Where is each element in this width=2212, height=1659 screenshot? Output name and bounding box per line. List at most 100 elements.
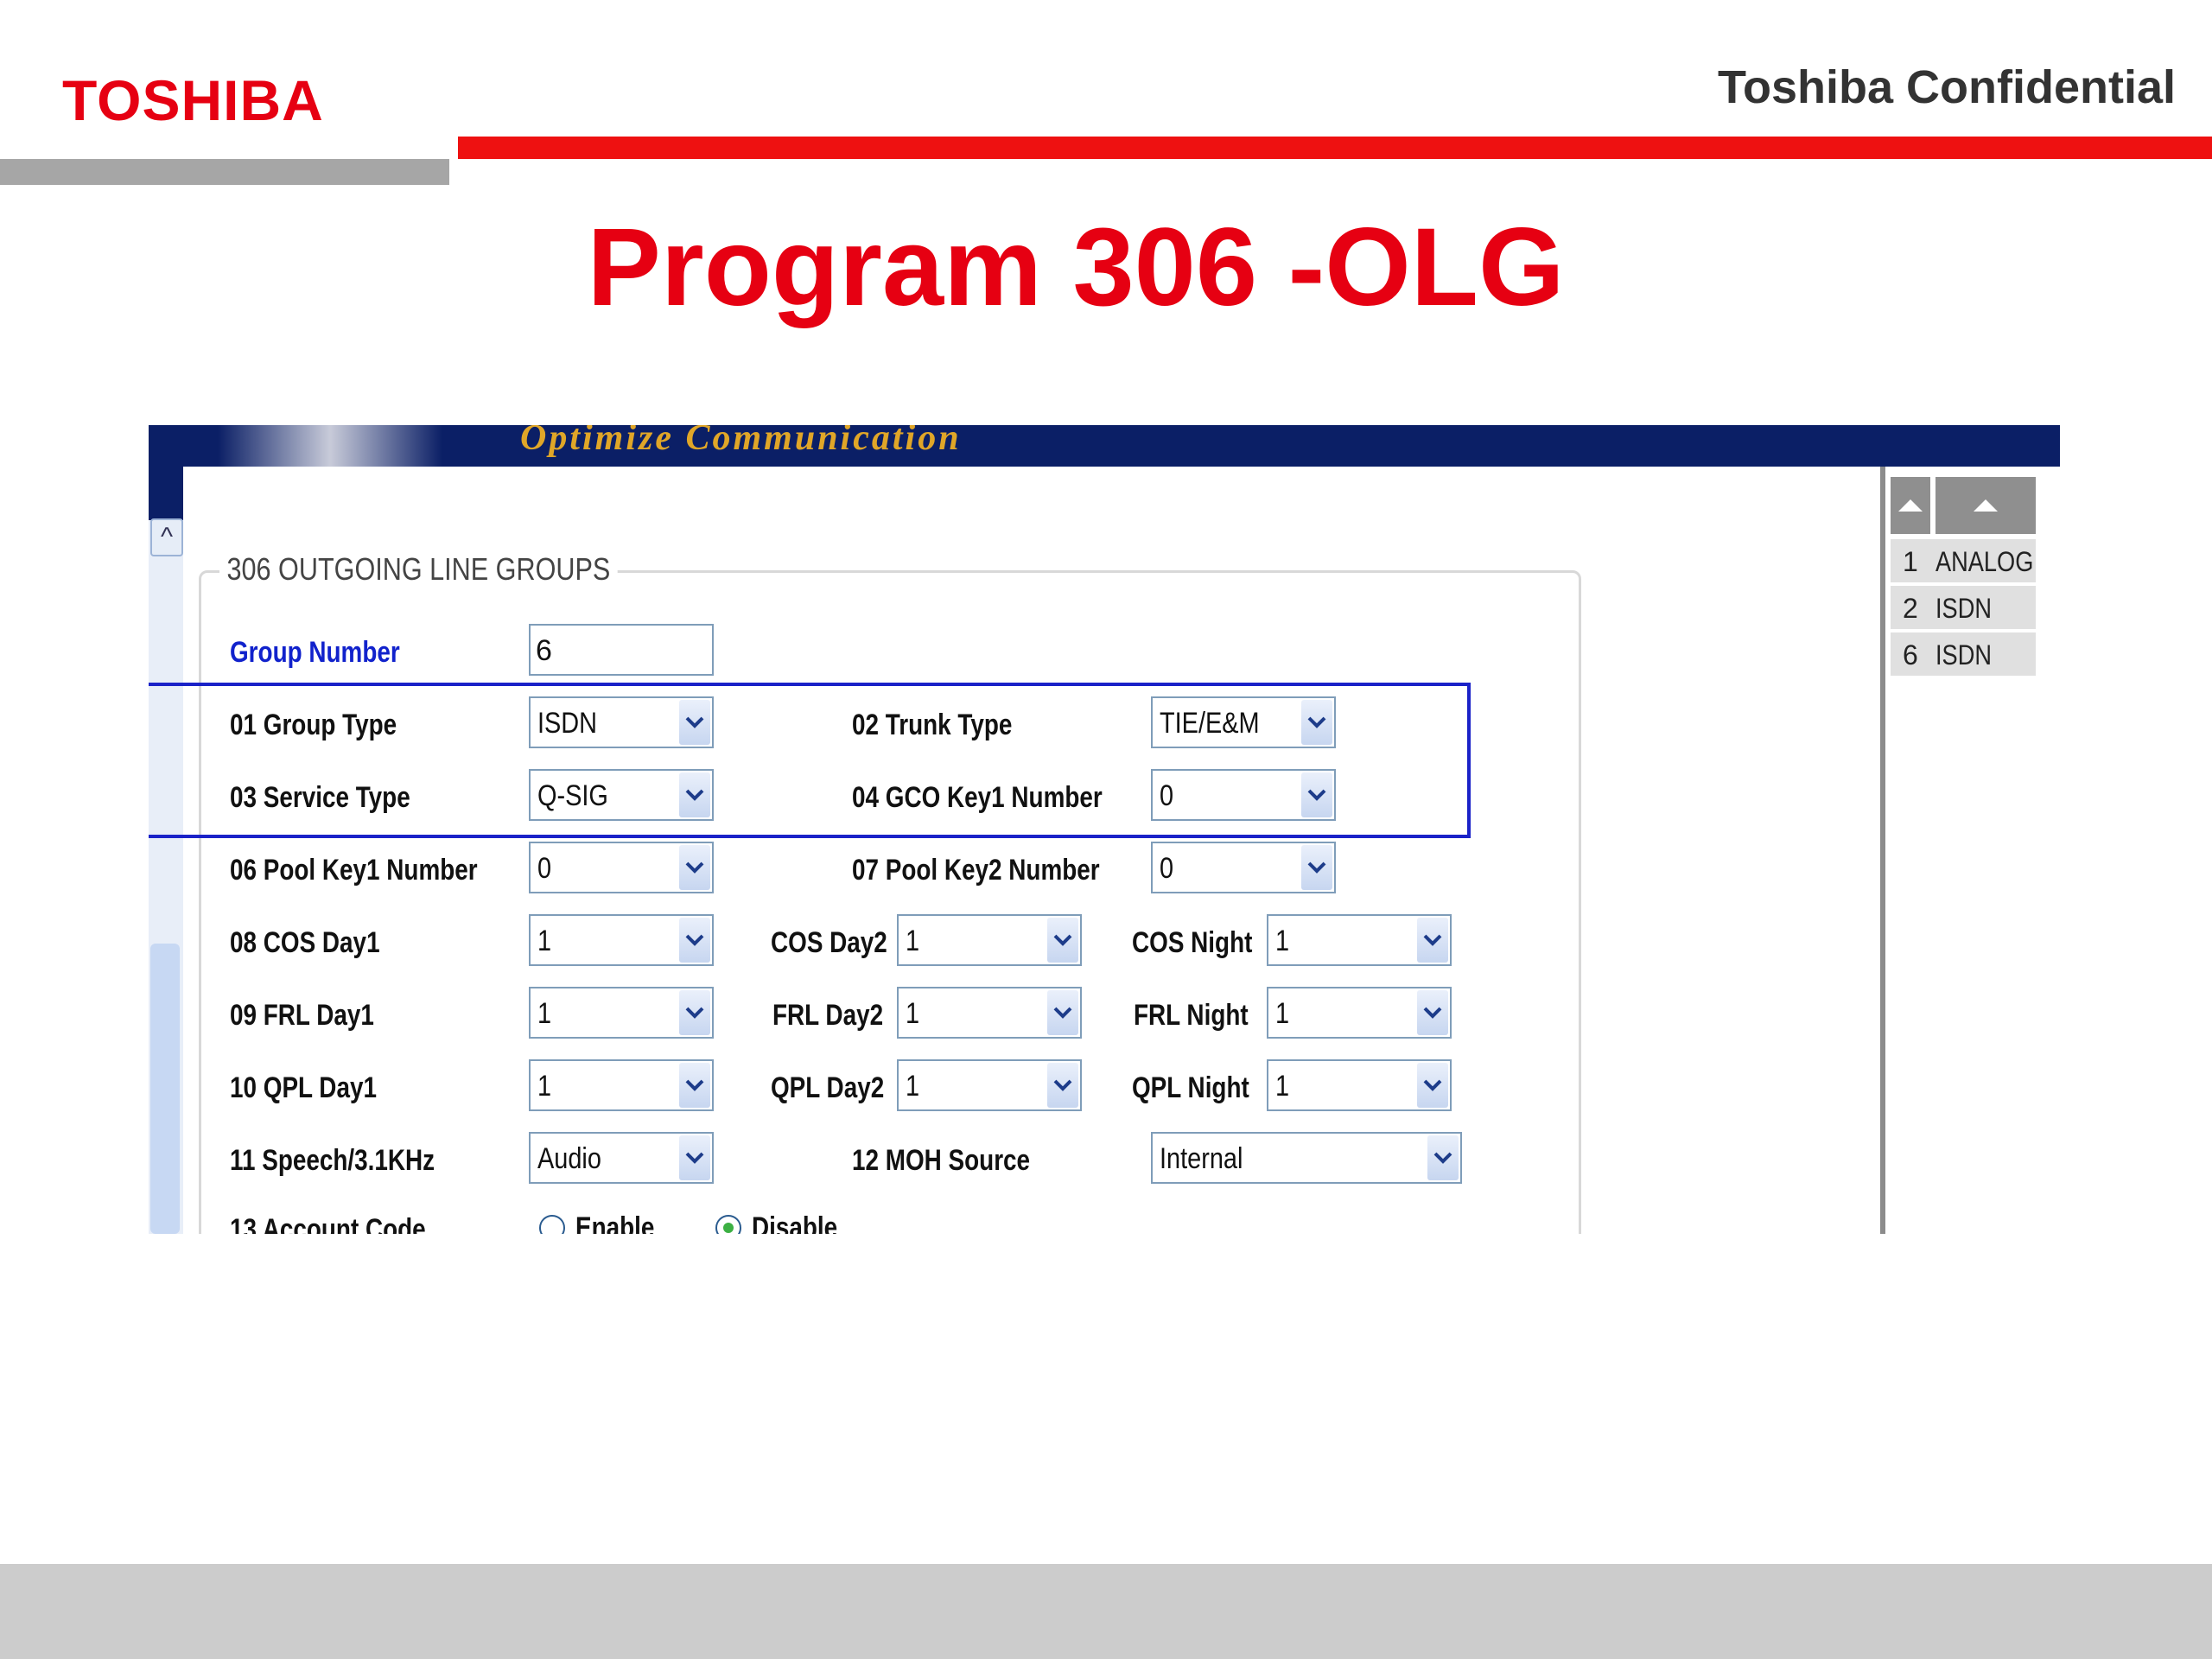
qpl-day1-value: 1 xyxy=(537,1070,552,1103)
qpl-day2-select[interactable]: 1 xyxy=(897,1059,1082,1111)
scroll-up-button[interactable]: ^ xyxy=(150,518,183,556)
qpl-night-value: 1 xyxy=(1275,1070,1290,1103)
chevron-down-icon[interactable] xyxy=(679,772,710,817)
qpl-day1-select[interactable]: 1 xyxy=(529,1059,714,1111)
chevron-down-icon[interactable] xyxy=(1417,918,1448,963)
account-code-enable-label: Enable xyxy=(575,1211,655,1234)
cos-day1-value: 1 xyxy=(537,925,552,957)
gco-key1-label: 04 GCO Key1 Number xyxy=(852,781,1103,814)
pool-key2-value: 0 xyxy=(1160,852,1174,885)
chevron-down-icon[interactable] xyxy=(679,1063,710,1108)
gco-key1-value: 0 xyxy=(1160,779,1174,812)
header-gray-band xyxy=(0,159,449,185)
chevron-down-icon[interactable] xyxy=(1427,1135,1459,1180)
group-list-name: ISDN xyxy=(1936,593,1992,624)
cos-night-select[interactable]: 1 xyxy=(1267,914,1452,966)
right-panel-divider xyxy=(1880,467,1885,1234)
chevron-down-icon[interactable] xyxy=(1047,990,1078,1035)
pool-key2-label: 07 Pool Key2 Number xyxy=(852,854,1100,887)
scrollbar-thumb[interactable] xyxy=(150,944,180,1234)
chevron-down-icon[interactable] xyxy=(1047,918,1078,963)
chevron-down-icon[interactable] xyxy=(1301,772,1332,817)
sort-name-button[interactable] xyxy=(1936,477,2036,534)
group-list-name: ISDN xyxy=(1936,639,1992,671)
cos-day1-select[interactable]: 1 xyxy=(529,914,714,966)
service-type-select[interactable]: Q-SIG xyxy=(529,769,714,821)
account-code-disable-radio[interactable] xyxy=(715,1215,741,1234)
confidential-label: Toshiba Confidential xyxy=(1718,61,2176,113)
pool-key2-select[interactable]: 0 xyxy=(1151,842,1336,893)
header-red-band xyxy=(458,137,2212,159)
section-title: 306 OUTGOING LINE GROUPS xyxy=(219,551,618,588)
chevron-down-icon[interactable] xyxy=(679,1135,710,1180)
chevron-down-icon[interactable] xyxy=(1417,1063,1448,1108)
cos-night-value: 1 xyxy=(1275,925,1290,957)
trunk-type-value: TIE/E&M xyxy=(1160,707,1260,740)
group-type-value: ISDN xyxy=(537,707,598,740)
group-type-select[interactable]: ISDN xyxy=(529,696,714,748)
group-list-number: 1 xyxy=(1903,546,1918,577)
account-code-disable-label: Disable xyxy=(752,1211,838,1234)
toshiba-logo: TOSHIBA xyxy=(62,68,324,132)
chevron-down-icon[interactable] xyxy=(679,990,710,1035)
pool-key1-select[interactable]: 0 xyxy=(529,842,714,893)
frl-day1-label: 09 FRL Day1 xyxy=(230,999,374,1032)
speech-label: 11 Speech/3.1KHz xyxy=(230,1144,435,1177)
qpl-day2-value: 1 xyxy=(906,1070,920,1103)
cos-night-label: COS Night xyxy=(1132,926,1253,959)
cos-day2-label: COS Day2 xyxy=(771,926,887,959)
group-number-input[interactable]: 6 xyxy=(529,624,714,676)
qpl-day1-label: 10 QPL Day1 xyxy=(230,1071,377,1104)
app-screenshot: Optimize Communication ^ 306 OUTGOING LI… xyxy=(149,425,2060,1234)
group-list-item[interactable]: 6 ISDN xyxy=(1891,632,2036,676)
service-type-value: Q-SIG xyxy=(537,779,608,812)
chevron-down-icon[interactable] xyxy=(1301,845,1332,890)
chevron-down-icon[interactable] xyxy=(1047,1063,1078,1108)
speech-select[interactable]: Audio xyxy=(529,1132,714,1184)
app-tagline: Optimize Communication xyxy=(520,425,962,458)
group-list-name: ANALOG xyxy=(1936,546,2034,577)
sort-number-button[interactable] xyxy=(1891,477,1930,534)
group-number-value: 6 xyxy=(536,634,552,667)
group-list-item[interactable]: 2 ISDN xyxy=(1891,586,2036,629)
frl-night-label: FRL Night xyxy=(1134,999,1249,1032)
app-header: Optimize Communication xyxy=(149,425,2060,467)
group-list-item[interactable]: 1 ANALOG xyxy=(1891,539,2036,582)
qpl-day2-label: QPL Day2 xyxy=(771,1071,885,1104)
chevron-down-icon[interactable] xyxy=(679,918,710,963)
group-list-number: 2 xyxy=(1903,593,1918,624)
sort-up-icon xyxy=(1898,499,1923,512)
account-code-label: 13 Account Code xyxy=(230,1213,426,1234)
chevron-down-icon[interactable] xyxy=(679,700,710,745)
pool-key1-label: 06 Pool Key1 Number xyxy=(230,854,478,887)
frl-night-value: 1 xyxy=(1275,997,1290,1030)
qpl-night-label: QPL Night xyxy=(1132,1071,1249,1104)
chevron-down-icon[interactable] xyxy=(1417,990,1448,1035)
moh-source-select[interactable]: Internal xyxy=(1151,1132,1462,1184)
account-code-enable-radio[interactable] xyxy=(539,1215,565,1234)
gco-key1-select[interactable]: 0 xyxy=(1151,769,1336,821)
slide-title: Program 306 -OLG xyxy=(587,206,1565,329)
sort-up-icon xyxy=(1974,499,1998,512)
frl-day1-select[interactable]: 1 xyxy=(529,987,714,1039)
moh-source-label: 12 MOH Source xyxy=(852,1144,1031,1177)
header-glow xyxy=(218,425,442,467)
frl-day1-value: 1 xyxy=(537,997,552,1030)
trunk-type-label: 02 Trunk Type xyxy=(852,709,1013,741)
service-type-label: 03 Service Type xyxy=(230,781,410,814)
trunk-type-select[interactable]: TIE/E&M xyxy=(1151,696,1336,748)
frl-night-select[interactable]: 1 xyxy=(1267,987,1452,1039)
frl-day2-value: 1 xyxy=(906,997,920,1030)
qpl-night-select[interactable]: 1 xyxy=(1267,1059,1452,1111)
footer-bar xyxy=(0,1564,2212,1659)
chevron-down-icon[interactable] xyxy=(679,845,710,890)
speech-value: Audio xyxy=(537,1142,601,1175)
group-type-label: 01 Group Type xyxy=(230,709,397,741)
frl-day2-select[interactable]: 1 xyxy=(897,987,1082,1039)
moh-source-value: Internal xyxy=(1160,1142,1243,1175)
chevron-down-icon[interactable] xyxy=(1301,700,1332,745)
cos-day2-select[interactable]: 1 xyxy=(897,914,1082,966)
frl-day2-label: FRL Day2 xyxy=(772,999,884,1032)
pool-key1-value: 0 xyxy=(537,852,552,885)
group-number-label: Group Number xyxy=(230,636,400,669)
